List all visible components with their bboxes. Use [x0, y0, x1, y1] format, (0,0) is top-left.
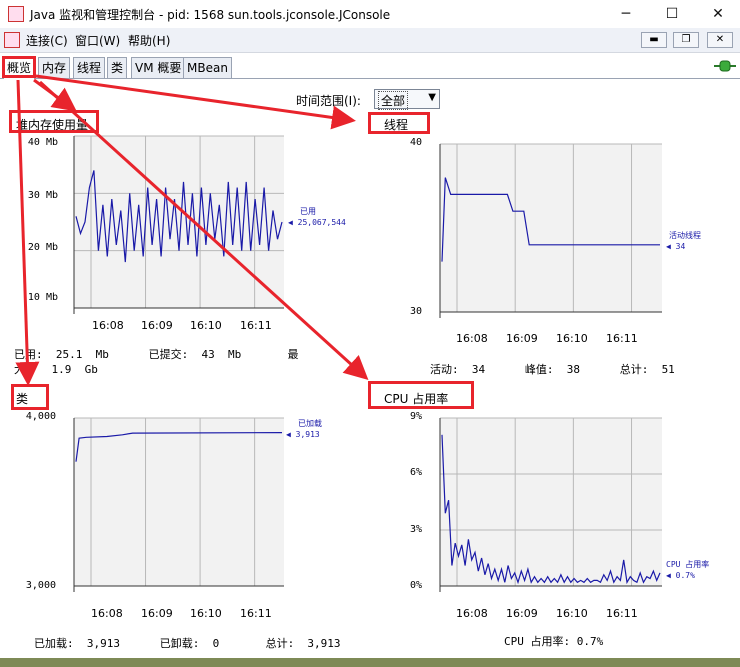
arrow-to-cpu [38, 80, 369, 381]
arrow-to-threads [35, 74, 356, 130]
desktop-strip [0, 658, 740, 667]
arrow-to-classes [15, 79, 40, 386]
annotation-arrows [15, 74, 369, 386]
